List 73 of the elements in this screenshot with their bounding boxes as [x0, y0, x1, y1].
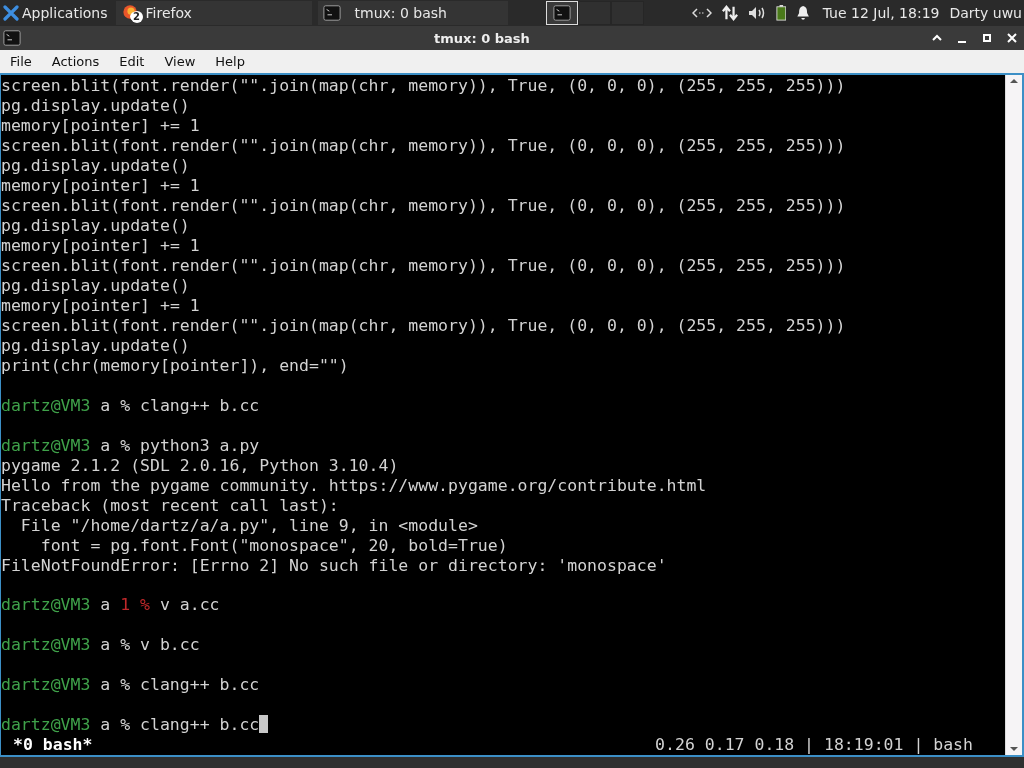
terminal-line: memory[pointer] += 1 [1, 296, 200, 315]
command-text: v b.cc [140, 635, 200, 655]
terminal-line: font = pg.font.Font("monospace", 20, bold=True) [39, 535, 508, 555]
terminal-icon [552, 4, 571, 22]
exit-status: 1 [120, 595, 131, 615]
command-text: clang++ b.cc [140, 714, 260, 734]
scroll-up-icon[interactable] [1009, 78, 1019, 84]
terminal-line: memory[pointer] += 1 [1, 116, 200, 135]
terminal-line: FileNotFoundError: [Errno 2] No such file or directory: 'monospace' [1, 555, 667, 575]
user-name[interactable]: Darty uwu [949, 5, 1022, 21]
prompt-user: dartz@VM3 [1, 395, 91, 415]
terminal-line: Hello from the pygame community. https://www.pygame.org/contribute.html [1, 475, 707, 495]
terminal-line: pg.display.update() [1, 276, 190, 295]
tmux-status: 0.26 0.17 0.18 | 18:19:01 | bash [655, 734, 973, 755]
prompt-dir: a [100, 675, 111, 695]
x-logo-icon [3, 5, 19, 21]
battery-icon[interactable] [775, 5, 787, 21]
taskbar-button[interactable]: 2 Firefox [115, 1, 312, 25]
scroll-down-icon[interactable] [1009, 746, 1019, 752]
volume-icon[interactable] [747, 5, 766, 21]
terminal-line: pg.display.update() [1, 216, 190, 235]
prompt-symbol: % [120, 395, 131, 415]
tmux-window-tab[interactable]: *0 bash* [13, 734, 93, 755]
command-text: python3 a.py [140, 435, 260, 455]
terminal-line: pg.display.update() [1, 156, 190, 175]
terminal-line: pg.display.update() [1, 96, 190, 115]
window-title: tmux: 0 bash [434, 30, 530, 46]
clock[interactable]: Tue 12 Jul, 18:19 [822, 5, 940, 21]
terminal-icon [322, 4, 341, 22]
prompt-user: dartz@VM3 [1, 635, 91, 655]
terminal-line: screen.blit(font.render("".join(map(chr, memory)), True, (0, 0, 0), (255, 255, 255))) [1, 76, 846, 95]
taskbar-button[interactable]: tmux: 0 bash [317, 1, 508, 25]
menu-item[interactable]: Actions [47, 54, 106, 69]
prompt-symbol: % [120, 635, 131, 655]
terminal-line: screen.blit(font.render("".join(map(chr, memory)), True, (0, 0, 0), (255, 255, 255))) [1, 136, 846, 155]
terminal-line: File "/home/dartz/a/a.py", line 9, in <module> [19, 515, 478, 535]
close-icon[interactable] [1006, 32, 1018, 44]
prompt-user: dartz@VM3 [1, 435, 91, 455]
prompt-user: dartz@VM3 [1, 595, 91, 615]
command-text: v a.cc [159, 595, 220, 615]
terminal-line: screen.blit(font.render("".join(map(chr, memory)), True, (0, 0, 0), (255, 255, 255))) [1, 316, 846, 335]
terminal-line: print(chr(memory[pointer]), end="") [1, 356, 349, 375]
prompt-symbol: % [120, 675, 131, 695]
terminal-line: pygame 2.1.2 (SDL 2.0.16, Python 3.10.4) [1, 455, 399, 475]
prompt-symbol: % [140, 595, 150, 615]
maximize-icon[interactable] [981, 32, 993, 44]
transfer-arrows-icon[interactable] [721, 5, 738, 21]
prompt-dir: a [100, 714, 111, 734]
prompt-symbol: % [120, 714, 131, 734]
terminal-line: screen.blit(font.render("".join(map(chr, memory)), True, (0, 0, 0), (255, 255, 255))) [1, 256, 846, 275]
menu-item[interactable]: Help [211, 54, 251, 69]
prompt-dir: a [100, 595, 111, 615]
workspace-button[interactable] [577, 1, 611, 25]
prompt-user: dartz@VM3 [1, 714, 91, 734]
menu-item[interactable]: View [160, 54, 202, 69]
menu-item[interactable]: File [6, 54, 38, 69]
terminal-line: screen.blit(font.render("".join(map(chr, memory)), True, (0, 0, 0), (255, 255, 255))) [1, 196, 846, 215]
applications-menu[interactable]: Applications [0, 1, 112, 25]
prompt-dir: a [100, 635, 111, 655]
scrollbar[interactable] [1005, 75, 1024, 755]
prompt-dir: a [100, 395, 111, 415]
command-text: clang++ b.cc [140, 675, 260, 695]
terminal-line: memory[pointer] += 1 [1, 176, 200, 195]
terminal-icon [3, 29, 21, 47]
bell-icon[interactable] [796, 5, 811, 21]
menu-item[interactable]: Edit [115, 54, 151, 69]
command-text: clang++ b.cc [140, 395, 260, 415]
terminal-line: pg.display.update() [1, 336, 190, 355]
terminal-line: memory[pointer] += 1 [1, 236, 200, 255]
prompt-dir: a [100, 435, 111, 455]
terminal-line: Traceback (most recent call last): [1, 495, 339, 515]
prompt-user: dartz@VM3 [1, 675, 91, 695]
prompt-symbol: % [120, 435, 131, 455]
